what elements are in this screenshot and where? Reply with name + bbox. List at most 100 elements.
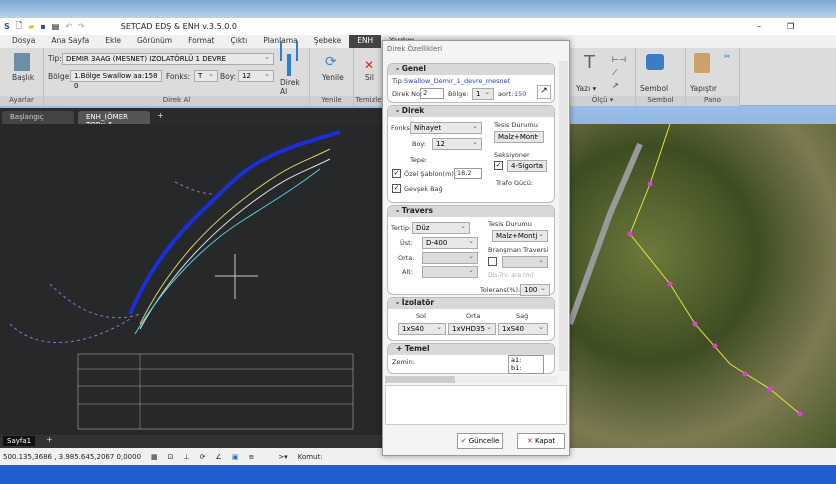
menu-format[interactable]: Format xyxy=(180,35,222,48)
satellite-map[interactable] xyxy=(570,124,836,448)
menu-enh[interactable]: ENH xyxy=(349,35,382,48)
seksiyoner-checkbox[interactable]: ✓ xyxy=(494,161,503,170)
delete-icon[interactable]: ✕ xyxy=(364,58,374,72)
section-travers: - Travers Tertip: Düz Üst: D-400 Orta: A… xyxy=(387,205,555,296)
bransman-select[interactable] xyxy=(502,255,548,268)
sheet-tab-sayfa1[interactable]: Sayfa1 xyxy=(3,436,36,446)
menu-planlama[interactable]: Planlama xyxy=(255,35,306,48)
yenile-button[interactable]: Yenile xyxy=(322,73,344,82)
open-folder-icon[interactable]: ▰ xyxy=(28,22,34,31)
b1-label: b1: xyxy=(511,364,522,372)
orta-select[interactable]: 1xVHD35 xyxy=(448,322,496,335)
fonks-select[interactable]: T xyxy=(194,69,218,82)
bolge-select[interactable]: 1 xyxy=(472,87,494,100)
direk-no-input[interactable]: 2 xyxy=(420,88,444,99)
menu-gorunum[interactable]: Görünüm xyxy=(129,35,180,48)
fonks-select[interactable]: Nihayet xyxy=(410,121,482,134)
baslik-icon[interactable] xyxy=(14,53,30,71)
horizontal-scrollbar[interactable] xyxy=(385,376,557,383)
cut-icon[interactable]: ✂ xyxy=(724,52,731,61)
group-ayarlar: Başlık Ayarlar xyxy=(0,48,44,106)
alt-select[interactable] xyxy=(422,265,478,278)
sol-select[interactable]: 1xS40 xyxy=(398,322,446,335)
guncelle-button[interactable]: ✔ Güncelle xyxy=(457,433,503,449)
tip-select[interactable]: DEMIR 3AAG (MESNET) IZOLATÖRLÜ 1 DEVRE xyxy=(62,52,274,65)
pole-icon[interactable] xyxy=(287,54,291,76)
tesis-durumu-select[interactable]: Malz+Mont xyxy=(494,130,544,143)
dialog-scrollbar[interactable] xyxy=(559,61,568,371)
baslik-button[interactable]: Başlık xyxy=(12,73,34,82)
seksiyoner-select[interactable]: 4-Sigorta xyxy=(507,159,547,172)
undo-icon[interactable]: ↶ xyxy=(65,22,72,31)
tesis-durumu-select[interactable]: Malz+Montj xyxy=(492,229,548,242)
group-label: Ayarlar xyxy=(0,96,43,106)
boy-select[interactable]: 12 xyxy=(238,69,274,82)
menu-ekle[interactable]: Ekle xyxy=(97,35,129,48)
angle-icon[interactable]: ∠ xyxy=(216,453,222,461)
bolge-select[interactable]: 1.Bölge Swallow aa:150 0 xyxy=(70,69,162,90)
snap-icon[interactable]: ⊡ xyxy=(168,453,174,461)
ust-select[interactable]: D-400 xyxy=(422,236,478,249)
section-header[interactable]: - Travers xyxy=(388,206,554,217)
boy-label: Boy: xyxy=(412,140,426,148)
osnap-icon[interactable]: ⟳ xyxy=(200,453,206,461)
paste-icon[interactable] xyxy=(694,53,710,73)
guncelle-label: Güncelle xyxy=(468,437,500,445)
drawing-canvas[interactable] xyxy=(0,124,382,435)
sil-button[interactable]: Sil xyxy=(365,73,374,82)
group-direk-al: Tip: DEMIR 3AAG (MESNET) IZOLATÖRLÜ 1 DE… xyxy=(44,48,310,106)
tolerans-select[interactable]: 100 xyxy=(520,283,550,296)
save-icon[interactable]: ▪ xyxy=(40,22,45,31)
sag-select[interactable]: 1xS40 xyxy=(498,322,548,335)
redo-icon[interactable]: ↷ xyxy=(78,22,85,31)
section-header[interactable]: - İzolatör xyxy=(388,298,554,309)
tertip-select[interactable]: Düz xyxy=(412,221,470,234)
ozel-sablon-label: Özel Şablon(m): xyxy=(404,170,457,178)
frame-icon[interactable]: ▣ xyxy=(232,453,239,461)
menu-dosya[interactable]: Dosya xyxy=(4,35,43,48)
refresh-icon[interactable]: ⟳ xyxy=(325,54,337,70)
grid-icon[interactable]: ▦ xyxy=(151,453,158,461)
minimize-button[interactable]: – xyxy=(757,22,761,31)
new-tab-icon[interactable]: + xyxy=(157,111,164,120)
maximize-button[interactable]: ❐ xyxy=(787,22,794,31)
menu-sebeke[interactable]: Şebeke xyxy=(306,35,349,48)
boy-label: Boy: xyxy=(220,72,237,81)
orta-select[interactable] xyxy=(422,251,478,264)
section-temel: + Temel Zemin: a1: b1: xyxy=(387,343,555,374)
aort-value: 150 xyxy=(514,90,527,98)
lineweight-icon[interactable]: ≡ xyxy=(248,453,254,461)
boy-select[interactable]: 12 xyxy=(432,137,482,150)
tip-label: Tip: xyxy=(392,77,404,85)
text-icon[interactable]: T xyxy=(584,52,595,73)
print-icon[interactable]: ▤ xyxy=(52,22,60,31)
section-header[interactable]: - Direk xyxy=(388,106,554,117)
kapat-button[interactable]: ✕ Kapat xyxy=(517,433,565,449)
add-sheet-icon[interactable]: + xyxy=(46,435,53,444)
section-header[interactable]: + Temel xyxy=(388,344,554,355)
section-header[interactable]: - Genel xyxy=(388,64,554,75)
sembol-button[interactable]: Sembol xyxy=(640,84,668,93)
ozel-sablon-checkbox[interactable]: ✓ xyxy=(392,169,401,178)
dimension-icons[interactable]: ⊢⊣ ⟋ ↗ xyxy=(612,53,626,92)
notes-textarea[interactable] xyxy=(385,385,567,425)
ortho-icon[interactable]: ⊥ xyxy=(184,453,190,461)
aort-label: aort: xyxy=(498,90,514,98)
bransman-checkbox[interactable] xyxy=(488,257,497,266)
tab-baslangic[interactable]: Başlangıç xyxy=(2,111,74,124)
menu-cikti[interactable]: Çıktı xyxy=(223,35,256,48)
group-label: Ölçü ▾ xyxy=(570,96,635,106)
ozel-sablon-input[interactable]: 18,2 xyxy=(454,168,482,179)
zemin-label: Zemin: xyxy=(392,358,415,366)
menu-ana-sayfa[interactable]: Ana Sayfa xyxy=(43,35,97,48)
symbol-icon[interactable] xyxy=(646,54,664,70)
yazi-button[interactable]: Yazı ▾ xyxy=(576,84,596,93)
gevsek-bag-checkbox[interactable]: ✓ xyxy=(392,184,401,193)
command-prompt-icon[interactable]: >▾ xyxy=(278,453,287,461)
new-file-icon[interactable]: 🗋 xyxy=(16,20,22,34)
pick-icon[interactable]: ↗ xyxy=(537,85,551,99)
tab-enh-document[interactable]: ENH_(ÖMER TOP× 5 xyxy=(78,111,150,129)
coordinates-readout: 500.135,3686 , 3.985.645,2067 0,0000 xyxy=(3,452,142,461)
yapistir-button[interactable]: Yapıştır xyxy=(690,84,717,93)
direk-al-button[interactable]: Direk Al xyxy=(280,78,309,96)
